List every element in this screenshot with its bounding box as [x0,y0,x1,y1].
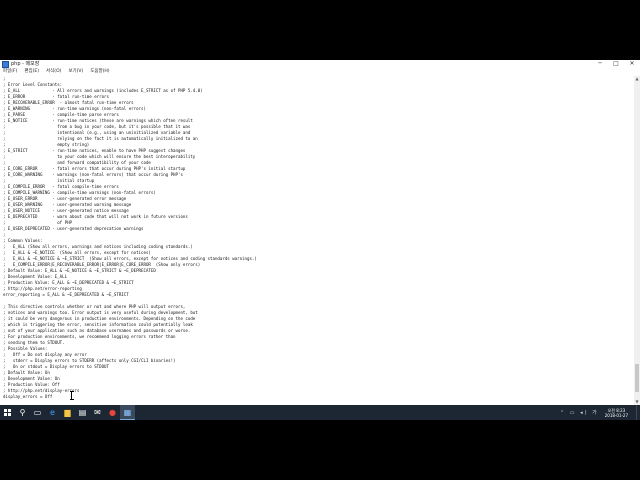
scroll-thumb[interactable] [635,364,639,392]
maximize-button[interactable]: □ [608,60,624,68]
clock-date: 2018-01-27 [604,412,628,418]
title-bar[interactable]: php - 메모장 ─ □ ✕ [0,60,640,68]
menu-view[interactable]: 보기(V) [65,68,87,75]
menu-help[interactable]: 도움말(H) [87,68,113,75]
system-tray: ⌃ ▭ ◂) 가 오전 8:23 2018-01-27 [560,405,640,420]
search-icon[interactable]: ⚲ [15,405,30,420]
mail-icon[interactable]: ✉ [90,405,105,420]
vertical-scrollbar[interactable]: ▲ ▼ [634,76,640,405]
editor-line: error_reporting = E_ALL & ~E_DEPRECATED … [3,292,129,297]
file-explorer-icon[interactable]: ▆ [60,405,75,420]
chrome-icon[interactable]: ● [105,405,120,420]
notepad-icon[interactable]: ▦ [120,405,135,420]
tray-icons[interactable]: ⌃ ▭ ◂) 가 [560,409,599,416]
scroll-up-arrow-icon[interactable]: ▲ [634,76,640,82]
menu-format[interactable]: 서식(O) [43,68,65,75]
editor-line: ; E_USER_DEPRECATED - user-generated dep… [3,226,144,231]
store-icon[interactable]: ▤ [75,405,90,420]
minimize-button[interactable]: ─ [592,60,608,68]
edge-icon[interactable]: e [45,405,60,420]
editor-line: display_errors = Off [3,394,53,399]
show-desktop-button[interactable] [636,405,640,420]
menu-file[interactable]: 파일(F) [0,68,21,75]
window-controls: ─ □ ✕ [592,60,640,68]
menu-edit[interactable]: 편집(E) [21,68,43,75]
text-cursor-icon [69,391,74,400]
start-icon[interactable] [0,405,15,420]
task-view-icon[interactable]: ▭ [30,405,45,420]
letterbox-top [0,0,640,60]
letterbox-bottom [0,420,640,480]
clock[interactable]: 오전 8:23 2018-01-27 [605,408,628,418]
notepad-window: php - 메모장 ─ □ ✕ 파일(F) 편집(E) 서식(O) 보기(V) … [0,60,640,405]
text-editor-area[interactable]: ;; Error Level Constants:; E_ALL - All e… [0,76,634,405]
menu-bar: 파일(F) 편집(E) 서식(O) 보기(V) 도움말(H) [0,68,640,75]
taskbar: ⚲ ▭ e ▆ ▤ ✉ ● ▦ ⌃ ▭ ◂) 가 오전 8:23 2018-01… [0,405,640,420]
notepad-app-icon [2,60,9,68]
window-title: php - 메모장 [11,61,40,67]
close-button[interactable]: ✕ [624,60,640,68]
